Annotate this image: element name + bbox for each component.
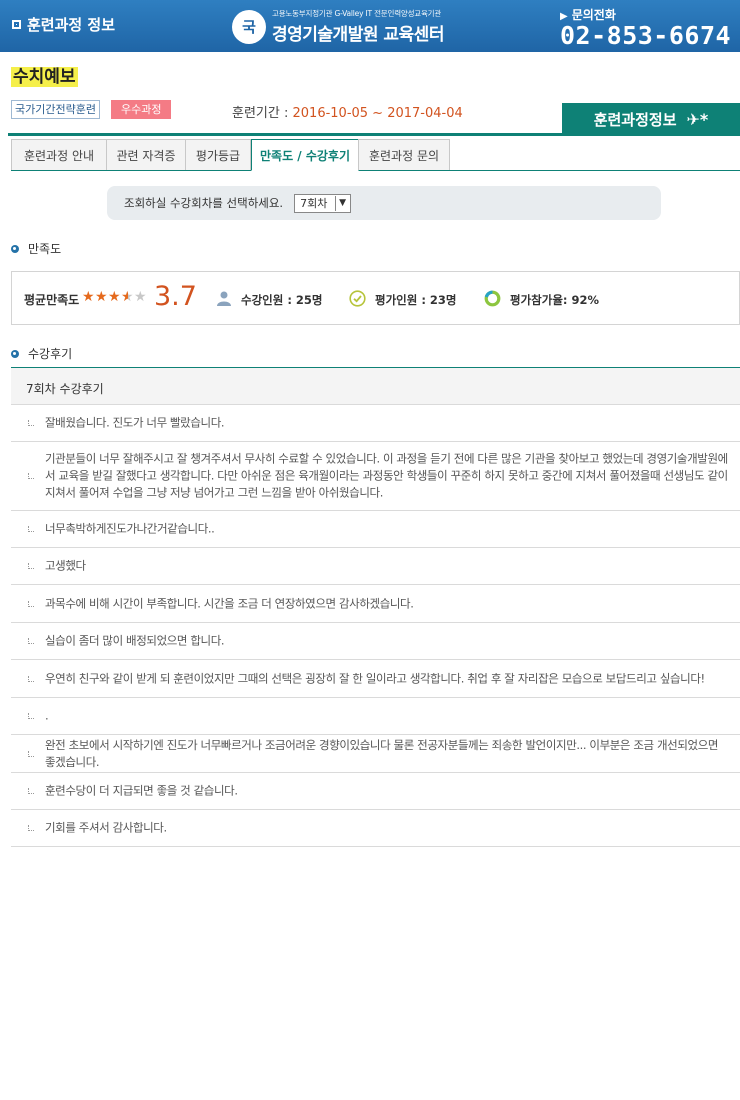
tab-course-guide[interactable]: 훈련과정 안내 <box>11 139 107 170</box>
review-item: 훈련수당이 더 지급되면 좋을 것 같습니다. <box>11 773 740 810</box>
review-text: 잘배웠습니다. 진도가 너무 빨랐습니다. <box>45 415 225 430</box>
title-divider <box>8 133 740 136</box>
satisfaction-heading-label: 만족도 <box>28 242 62 256</box>
evaluated-count: 평가인원 : 23명 <box>349 290 457 310</box>
review-item: 기관분들이 너무 잘해주시고 잘 챙겨주셔서 무사히 수료할 수 있었습니다. … <box>11 442 740 511</box>
site-header: 훈련과정 정보 국 고용노동부지정기관 G-Valley IT 전문인력양성교육… <box>0 0 740 52</box>
tab-course-inquiry[interactable]: 훈련과정 문의 <box>358 139 450 170</box>
period-label: 훈련기간 : <box>232 106 293 121</box>
review-text: 실습이 좀더 많이 배정되었으면 합니다. <box>45 633 225 648</box>
star-icon: ★ <box>82 289 95 305</box>
training-period: 훈련기간 : 2016-10-05 ~ 2017-04-04 <box>232 102 463 121</box>
review-item: 과목수에 비해 시간이 부족합니다. 시간을 조금 더 연장하였으면 감사하겠습… <box>11 585 740 623</box>
logo-mark-icon: 국 <box>232 9 266 44</box>
star-icon: ★ <box>108 289 121 305</box>
round-selector-prompt: 조회하실 수강회차를 선택하세요. <box>124 196 284 210</box>
satisfaction-heading: 만족도 <box>11 240 61 257</box>
review-text: . <box>45 708 49 723</box>
reviews-heading: 수강후기 <box>11 345 72 362</box>
round-select[interactable]: 7회차 ▼ <box>294 193 352 213</box>
review-text: 기관분들이 너무 잘해주시고 잘 챙겨주셔서 무사히 수료할 수 있었습니다. … <box>45 451 728 500</box>
tree-bullet-icon <box>28 788 34 794</box>
course-info-button[interactable]: 훈련과정정보 ✈* <box>562 103 740 135</box>
reviews-heading-label: 수강후기 <box>28 347 73 361</box>
ring-chart-icon <box>484 290 501 310</box>
tab-satisfaction-reviews[interactable]: 만족도 / 수강후기 <box>251 139 359 171</box>
tree-bullet-icon <box>28 526 34 532</box>
rating-stars: ★★★★★ <box>82 289 147 305</box>
tree-bullet-icon <box>28 473 34 479</box>
square-bullet-icon <box>12 20 21 29</box>
tree-bullet-icon <box>28 750 34 757</box>
star-icon: ★ <box>121 289 134 305</box>
evaluated-count-text: 평가인원 : 23명 <box>375 293 457 307</box>
tree-bullet-icon <box>28 563 34 569</box>
review-list-title: 7회차 수강후기 <box>11 367 740 405</box>
org-name: 경영기술개발원 교육센터 <box>272 25 444 45</box>
review-text: 완전 초보에서 시작하기엔 진도가 너무빠르거나 조금어려운 경향이있습니다 물… <box>45 737 719 769</box>
phone-number: 02-853-6674 <box>560 21 732 50</box>
check-circle-icon <box>349 290 366 310</box>
badge-excellent-course: 우수과정 <box>111 100 172 119</box>
org-subtitle: 고용노동부지정기관 G-Valley IT 전문인력양성교육기관 <box>272 9 442 18</box>
review-text: 우연히 친구와 같이 받게 되 훈련이었지만 그때의 선택은 굉장히 잘 한 일… <box>45 671 705 685</box>
review-text: 기회를 주셔서 감사합니다. <box>45 820 167 835</box>
section-dot-icon <box>11 244 19 253</box>
review-item: . <box>11 698 740 735</box>
course-tabs: 훈련과정 안내 관련 자격증 평가등급 만족도 / 수강후기 훈련과정 문의 <box>11 139 740 171</box>
review-text: 과목수에 비해 시간이 부족합니다. 시간을 조금 더 연장하였으면 감사하겠습… <box>45 596 414 610</box>
review-item: 너무촉박하게진도가나간거같습니다.. <box>11 511 740 548</box>
course-title: 수치예보 <box>11 67 78 87</box>
tree-bullet-icon <box>28 420 34 426</box>
tree-bullet-icon <box>28 675 34 682</box>
avg-satisfaction-label: 평균만족도 <box>24 293 80 307</box>
period-value: 2016-10-05 ~ 2017-04-04 <box>292 106 463 121</box>
tree-bullet-icon <box>28 600 34 607</box>
review-text: 너무촉박하게진도가나간거같습니다.. <box>45 521 215 536</box>
phone-label: 문의전화 <box>571 8 616 22</box>
header-section-label: 훈련과정 정보 <box>27 16 116 34</box>
badge-national-strategy: 국가기간전략훈련 <box>11 100 100 119</box>
star-icon: ★ <box>134 289 147 305</box>
avg-satisfaction-score: 3.7 <box>154 281 197 312</box>
review-text: 고생했다 <box>45 558 86 573</box>
tab-grade[interactable]: 평가등급 <box>185 139 251 170</box>
review-text: 훈련수당이 더 지급되면 좋을 것 같습니다. <box>45 783 238 798</box>
participation-rate: 평가참가율: 92% <box>484 290 599 310</box>
review-item: 우연히 친구와 같이 받게 되 훈련이었지만 그때의 선택은 굉장히 잘 한 일… <box>11 660 740 698</box>
tree-bullet-icon <box>28 825 34 831</box>
enrolled-count-text: 수강인원 : 25명 <box>241 292 323 307</box>
person-icon <box>216 290 232 309</box>
review-item: 고생했다 <box>11 548 740 585</box>
course-info-label: 훈련과정정보 <box>593 110 677 129</box>
header-section-title: 훈련과정 정보 <box>12 14 115 35</box>
sparkle-icon: ✈* <box>686 109 709 129</box>
tree-bullet-icon <box>28 638 34 644</box>
tree-bullet-icon <box>28 713 34 719</box>
tab-certificates[interactable]: 관련 자격증 <box>106 139 186 170</box>
org-logo[interactable]: 국 고용노동부지정기관 G-Valley IT 전문인력양성교육기관 경영기술개… <box>232 8 444 45</box>
section-dot-icon <box>11 349 19 358</box>
review-item: 기회를 주셔서 감사합니다. <box>11 810 740 847</box>
satisfaction-summary: 평균만족도 ★★★★★ 3.7 수강인원 : 25명 평가인원 : 23명 평가… <box>11 271 740 325</box>
dropdown-arrow-icon: ▼ <box>335 195 349 211</box>
participation-rate-text: 평가참가율: 92% <box>510 293 600 307</box>
star-icon: ★ <box>95 289 108 305</box>
round-selector-bar: 조회하실 수강회차를 선택하세요. 7회차 ▼ <box>107 186 661 220</box>
contact-phone: ▶ 문의전화 02-853-6674 <box>560 6 731 49</box>
review-item: 잘배웠습니다. 진도가 너무 빨랐습니다. <box>11 405 740 442</box>
review-item: 실습이 좀더 많이 배정되었으면 합니다. <box>11 623 740 660</box>
review-item: 완전 초보에서 시작하기엔 진도가 너무빠르거나 조금어려운 경향이있습니다 물… <box>11 735 740 773</box>
round-select-value: 7회차 <box>300 197 328 210</box>
enrolled-count: 수강인원 : 25명 <box>216 290 323 309</box>
